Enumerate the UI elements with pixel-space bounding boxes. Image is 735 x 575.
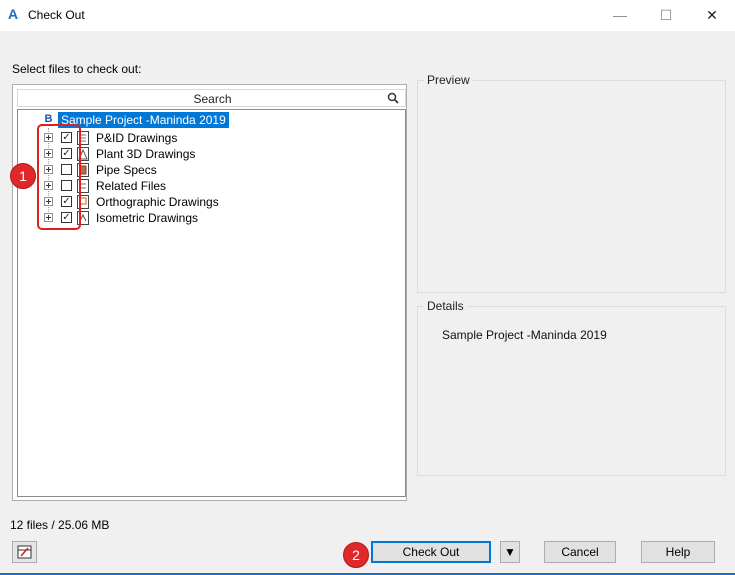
help-button[interactable]: Help: [641, 541, 715, 563]
item-label: Related Files: [96, 179, 167, 193]
tree-item-pid-drawings[interactable]: ✓ P&ID Drawings: [44, 130, 344, 146]
check-out-dropdown-button[interactable]: ▼: [500, 541, 520, 563]
window-title: Check Out: [28, 8, 85, 22]
details-title: Details: [424, 299, 467, 313]
item-label: P&ID Drawings: [96, 131, 178, 145]
step-badge-1: 1: [10, 163, 36, 189]
details-group: Details Sample Project -Maninda 2019: [417, 299, 726, 476]
tree-item-plant3d-drawings[interactable]: ✓ Plant 3D Drawings: [44, 146, 344, 162]
title-bar: A Check Out — ☐ ✕: [0, 0, 735, 31]
item-label: Orthographic Drawings: [96, 195, 219, 209]
maximize-button[interactable]: ☐: [643, 0, 689, 31]
settings-table-icon: [17, 545, 32, 559]
tree-item-orthographic-drawings[interactable]: ✓ Orthographic Drawings: [44, 194, 344, 210]
select-files-label: Select files to check out:: [12, 62, 142, 76]
preview-title: Preview: [424, 73, 473, 87]
check-out-button[interactable]: Check Out: [371, 541, 491, 563]
step-badge-2: 2: [343, 542, 369, 568]
tree-item-pipe-specs[interactable]: Pipe Specs: [44, 162, 344, 178]
item-label: Pipe Specs: [96, 163, 157, 177]
file-count-status: 12 files / 25.06 MB: [10, 518, 110, 532]
search-input[interactable]: Search: [17, 89, 406, 107]
preview-group: Preview: [417, 73, 726, 293]
details-text: Sample Project -Maninda 2019: [442, 328, 607, 342]
item-label: Isometric Drawings: [96, 211, 199, 225]
search-placeholder: Search: [193, 92, 232, 106]
tree-item-related-files[interactable]: Related Files: [44, 178, 344, 194]
tree-item-isometric-drawings[interactable]: ✓ Isometric Drawings: [44, 210, 344, 226]
options-button[interactable]: [12, 541, 37, 563]
root-label[interactable]: Sample Project -Maninda 2019: [58, 112, 229, 128]
item-label: Plant 3D Drawings: [96, 147, 196, 161]
search-icon[interactable]: [387, 92, 399, 104]
close-button[interactable]: ✕: [689, 0, 735, 31]
cancel-button[interactable]: Cancel: [544, 541, 616, 563]
app-logo-icon: A: [8, 6, 19, 22]
checkbox-highlight-annotation: [37, 124, 81, 230]
minimize-button[interactable]: —: [597, 0, 643, 31]
